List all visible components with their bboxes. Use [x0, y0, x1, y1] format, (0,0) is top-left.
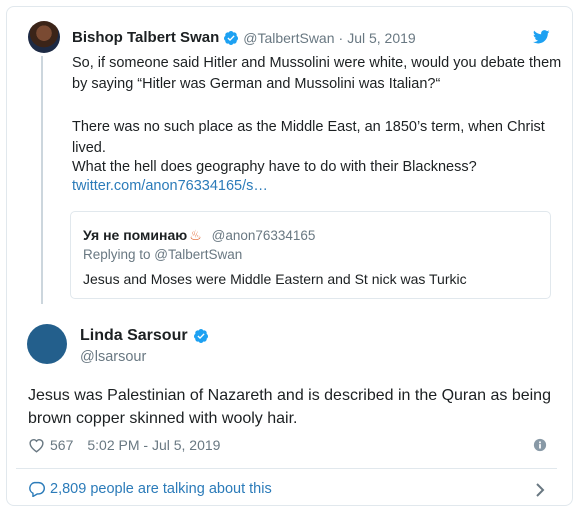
- parent-author-handle[interactable]: @TalbertSwan: [243, 30, 334, 46]
- quoted-tweet-header: Уя не поминаю ♨ @anon76334165: [83, 227, 315, 244]
- footer-divider: [16, 468, 557, 469]
- quoted-tweet-card[interactable]: Уя не поминаю ♨ @anon76334165 Replying to…: [70, 211, 551, 299]
- main-author-avatar[interactable]: [27, 324, 67, 364]
- tweet-timestamp[interactable]: 5:02 PM - Jul 5, 2019: [87, 437, 220, 453]
- quoted-replying-to: Replying to @TalbertSwan: [83, 247, 243, 262]
- like-count[interactable]: 567: [50, 437, 73, 453]
- verified-badge-icon: [193, 329, 208, 343]
- heart-icon[interactable]: [28, 437, 45, 453]
- parent-tweet-paragraph-2: There was no such place as the Middle Ea…: [72, 119, 545, 156]
- twitter-bird-icon[interactable]: [533, 30, 550, 44]
- talking-about-text[interactable]: 2,809 people are talking about this: [50, 481, 272, 497]
- main-author-name[interactable]: Linda Sarsour: [80, 327, 188, 345]
- speech-bubble-icon: [29, 481, 45, 497]
- tweet-meta-row: 567 5:02 PM - Jul 5, 2019: [28, 437, 220, 453]
- quoted-tweet-text: Jesus and Moses were Middle Eastern and …: [83, 271, 467, 287]
- parent-tweet-paragraph-1: So, if someone said Hitler and Mussolini…: [72, 55, 562, 92]
- quoted-author-handle: @anon76334165: [211, 228, 316, 243]
- parent-tweet-paragraph-3: What the hell does geography have to do …: [72, 159, 477, 175]
- header-separator: ·: [338, 29, 344, 46]
- main-author-name-row[interactable]: Linda Sarsour: [80, 327, 213, 345]
- hot-springs-emoji-icon: ♨: [189, 227, 202, 243]
- info-icon[interactable]: [533, 438, 547, 452]
- main-author-handle[interactable]: @lsarsour: [80, 349, 146, 365]
- quoted-author-name: Уя не поминаю: [83, 227, 188, 243]
- verified-badge-icon: [224, 30, 239, 45]
- conversation-link[interactable]: 2,809 people are talking about this: [28, 481, 272, 497]
- parent-author-name[interactable]: Bishop Talbert Swan: [72, 29, 219, 46]
- parent-author-avatar[interactable]: [28, 21, 60, 53]
- parent-tweet-header: Bishop Talbert Swan @TalbertSwan · Jul 5…: [72, 29, 416, 46]
- parent-tweet-date[interactable]: Jul 5, 2019: [347, 30, 416, 46]
- main-tweet-text: Jesus was Palestinian of Nazareth and is…: [28, 387, 551, 427]
- thread-connector-line: [41, 56, 43, 304]
- chevron-right-icon[interactable]: [535, 482, 545, 498]
- parent-tweet-link[interactable]: twitter.com/anon76334165/s…: [72, 178, 268, 194]
